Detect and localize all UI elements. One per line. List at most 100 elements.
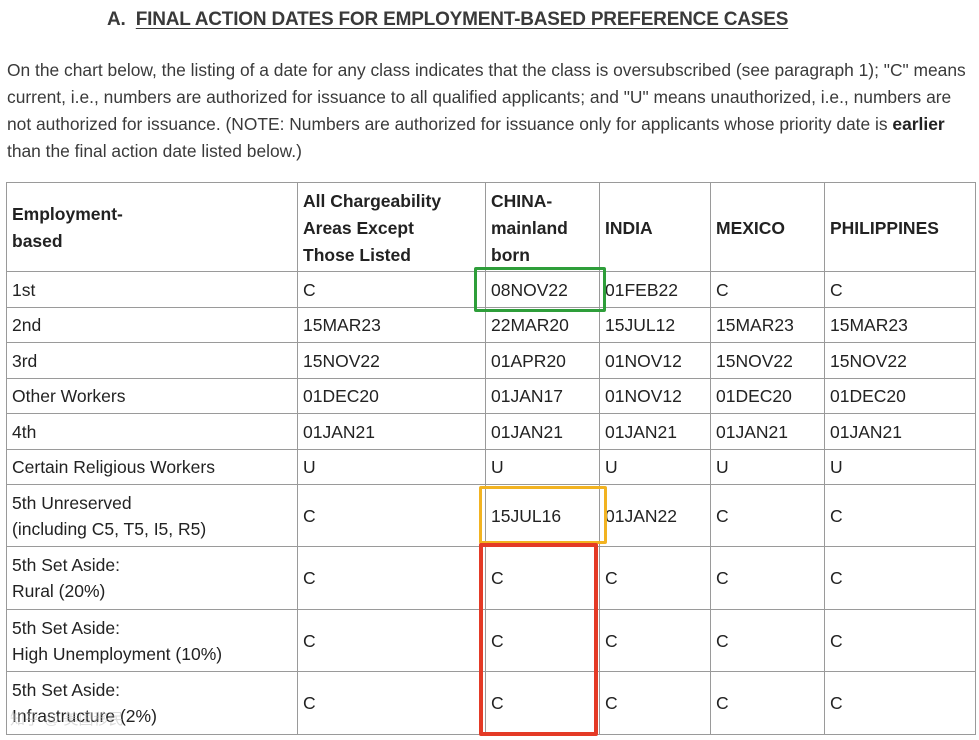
date-value: 01APR20 — [491, 350, 566, 371]
date-cell: 01JAN17 — [485, 378, 600, 414]
date-value: C — [830, 630, 843, 651]
date-cell: 01JAN21 — [824, 413, 976, 450]
date-value: U — [716, 457, 729, 477]
category-label: 5th Set Aside: — [12, 680, 120, 700]
category-cell: 1st — [6, 271, 298, 308]
category-label: 5th Set Aside: — [12, 555, 120, 575]
column-header-5: PHILIPPINES — [824, 182, 976, 272]
date-cell: U — [599, 449, 711, 485]
category-label: 4th — [12, 421, 37, 442]
column-header-line: Those Listed — [303, 244, 411, 265]
intro-paragraph: On the chart below, the listing of a dat… — [7, 57, 975, 165]
date-cell: C — [710, 546, 825, 610]
date-cell: 15MAR23 — [824, 307, 976, 343]
date-value: C — [830, 693, 843, 713]
column-header-2: CHINA-mainland born — [485, 182, 600, 272]
date-cell: 01DEC20 — [824, 378, 976, 414]
table-row: 3rd 15NOV22 01APR20 01NOV12 15NOV22 15NOV22 — [6, 342, 976, 379]
date-value: C — [830, 279, 843, 300]
date-cell: U — [710, 449, 825, 485]
category-cell: Certain Religious Workers — [6, 449, 298, 485]
category-label: 3rd — [12, 350, 38, 371]
category-label: Certain Religious Workers — [12, 457, 215, 477]
date-cell: 15NOV22 — [824, 342, 976, 379]
category-cell: 5th Unreserved (including C5, T5, I5, R5) — [6, 484, 298, 547]
category-label: High Unemployment (10%) — [12, 643, 223, 664]
date-value: C — [303, 279, 316, 300]
date-cell: U — [297, 449, 486, 485]
date-value: 15NOV22 — [716, 350, 793, 371]
date-cell: C — [824, 609, 976, 672]
date-value: C — [303, 630, 316, 651]
column-header-line: based — [12, 231, 63, 251]
intro-emphasis: earlier — [892, 114, 945, 134]
date-value: 15MAR23 — [716, 315, 794, 335]
table-row: 1st C 08NOV22 01FEB22 C C — [6, 271, 976, 308]
column-header-line: Areas Except — [303, 217, 414, 238]
column-header-3: INDIA — [599, 182, 711, 272]
date-value: C — [716, 568, 729, 588]
date-value: 01JAN21 — [303, 421, 375, 442]
category-label: Infrastructure (2%) — [12, 706, 157, 726]
date-cell: C — [824, 484, 976, 547]
date-value: C — [605, 630, 618, 651]
category-cell: 5th Set Aside: Rural (20%) — [6, 546, 298, 610]
date-cell: 01JAN21 — [297, 413, 486, 450]
date-cell: 01JAN21 — [485, 413, 600, 450]
category-cell: 4th — [6, 413, 298, 450]
date-value: C — [605, 693, 618, 713]
date-cell: C — [485, 546, 600, 610]
date-value: C — [303, 505, 316, 526]
date-value: 01DEC20 — [830, 386, 906, 406]
date-cell: 01APR20 — [485, 342, 600, 379]
date-value: 15NOV22 — [830, 350, 907, 371]
date-cell: 22MAR20 — [485, 307, 600, 343]
date-cell: C — [599, 546, 711, 610]
date-cell: 01DEC20 — [710, 378, 825, 414]
column-header-1: All Chargeability Areas Except Those Liste… — [297, 182, 486, 272]
category-label: (including C5, T5, I5, R5) — [12, 518, 207, 539]
date-value: 15JUL16 — [491, 505, 562, 526]
date-cell: C — [485, 671, 600, 735]
column-header-line: PHILIPPINES — [830, 217, 939, 238]
date-value: C — [491, 568, 504, 588]
column-header-line: All Chargeability — [303, 190, 442, 211]
table-row: 2nd 15MAR23 22MAR20 15JUL12 15MAR23 15MAR23 — [6, 307, 976, 343]
date-value: C — [716, 279, 729, 300]
date-cell: C — [297, 271, 486, 308]
date-value: 01NOV12 — [605, 386, 682, 406]
date-cell: 15NOV22 — [710, 342, 825, 379]
date-value: 15MAR23 — [303, 315, 381, 335]
table-row: 5th Set Aside: High Unemployment (10%) C C C… — [6, 609, 976, 672]
table-header-row: Employment-based All Chargeability Areas E… — [6, 182, 976, 272]
date-value: 01JAN17 — [491, 386, 563, 406]
column-header-line: mainland — [491, 217, 568, 238]
date-cell: 15JUL16 — [485, 484, 600, 547]
date-value: U — [491, 457, 504, 477]
date-value: 15MAR23 — [830, 315, 908, 335]
date-value: 01FEB22 — [605, 279, 678, 300]
table-row: 5th Unreserved (including C5, T5, I5, R5)… — [6, 484, 976, 547]
category-cell: 3rd — [6, 342, 298, 379]
intro-text-end: than the final action date listed below.… — [7, 141, 302, 161]
column-header-line: born — [491, 244, 530, 265]
date-value: 01DEC20 — [303, 386, 379, 406]
date-cell: 15MAR23 — [710, 307, 825, 343]
date-value: C — [491, 630, 504, 651]
date-cell: 15JUL12 — [599, 307, 711, 343]
table-row: 5th Set Aside: Rural (20%) C C C C C — [6, 546, 976, 610]
date-value: C — [303, 568, 316, 588]
category-cell: Other Workers — [6, 378, 298, 414]
category-label: 5th Set Aside: — [12, 617, 120, 638]
date-value: C — [716, 630, 729, 651]
date-value: U — [830, 457, 843, 477]
date-cell: 01FEB22 — [599, 271, 711, 308]
date-value: C — [716, 693, 729, 713]
column-header-line: Employment- — [12, 204, 123, 224]
table-row: Other Workers 01DEC20 01JAN17 01NOV12 01DEC2… — [6, 378, 976, 414]
date-cell: C — [297, 546, 486, 610]
date-value: C — [830, 505, 843, 526]
date-value: 01NOV12 — [605, 350, 682, 371]
date-cell: C — [824, 546, 976, 610]
category-label: 2nd — [12, 315, 42, 335]
